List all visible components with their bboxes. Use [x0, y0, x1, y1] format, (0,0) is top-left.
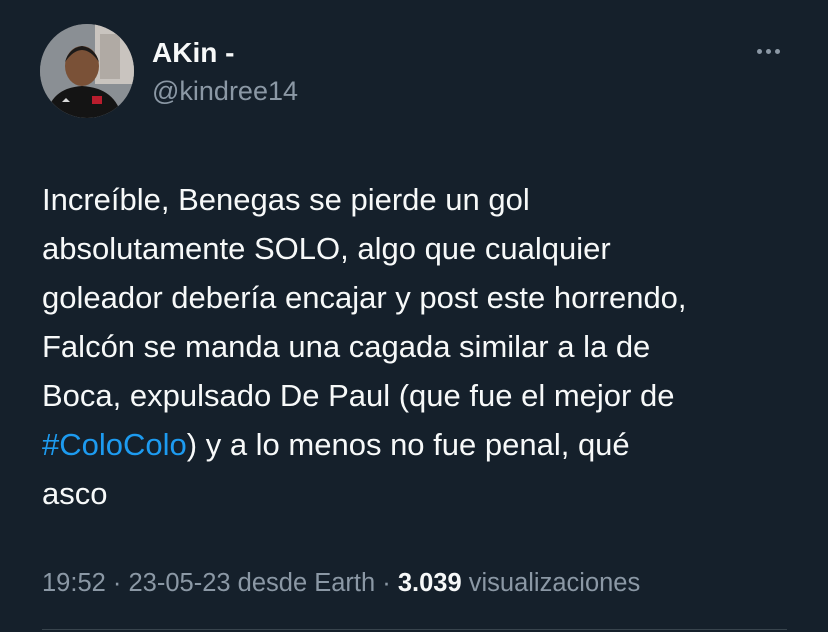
author-handle[interactable]: @kindree14 [152, 74, 298, 108]
views-count[interactable]: 3.039 [398, 569, 462, 597]
tweet-text-line: asco [42, 476, 108, 511]
ellipsis-icon [774, 48, 780, 54]
tweet-author: AKin - @kindree14 [152, 36, 298, 108]
tweet-card: AKin - @kindree14 Increíble, Benegas se … [0, 0, 828, 632]
hashtag-link[interactable]: #ColoColo [42, 427, 187, 462]
separator: · [375, 569, 398, 597]
author-display-name[interactable]: AKin - [152, 36, 298, 70]
separator: · [105, 569, 129, 597]
tweet-metadata: 19:52 · 23-05-23 desde Earth · 3.039 vis… [42, 566, 640, 600]
tweet-source: desde Earth [230, 569, 376, 597]
avatar[interactable] [40, 24, 134, 118]
views-label: visualizaciones [461, 569, 641, 597]
profile-photo-icon [40, 24, 134, 118]
tweet-date[interactable]: 23-05-23 [128, 569, 230, 597]
ellipsis-icon [756, 48, 762, 54]
tweet-text-line: Falcón se manda una cagada similar a la … [42, 329, 651, 364]
tweet-text-line: Boca, expulsado De Paul (que fue el mejo… [42, 378, 675, 413]
more-options-button[interactable] [748, 40, 788, 62]
tweet-text-line: #ColoColo) y a lo menos no fue penal, qu… [42, 420, 812, 469]
tweet-text-line: goleador debería encajar y post este hor… [42, 280, 687, 315]
divider [42, 629, 787, 630]
tweet-text-segment: ) y a lo menos no fue penal, qué [186, 427, 630, 462]
tweet-text-line: Increíble, Benegas se pierde un gol [42, 182, 530, 217]
tweet-text: Increíble, Benegas se pierde un gol abso… [42, 175, 812, 518]
ellipsis-icon [765, 48, 771, 54]
tweet-time[interactable]: 19:52 [42, 569, 106, 597]
tweet-text-line: absolutamente SOLO, algo que cualquier [42, 231, 611, 266]
